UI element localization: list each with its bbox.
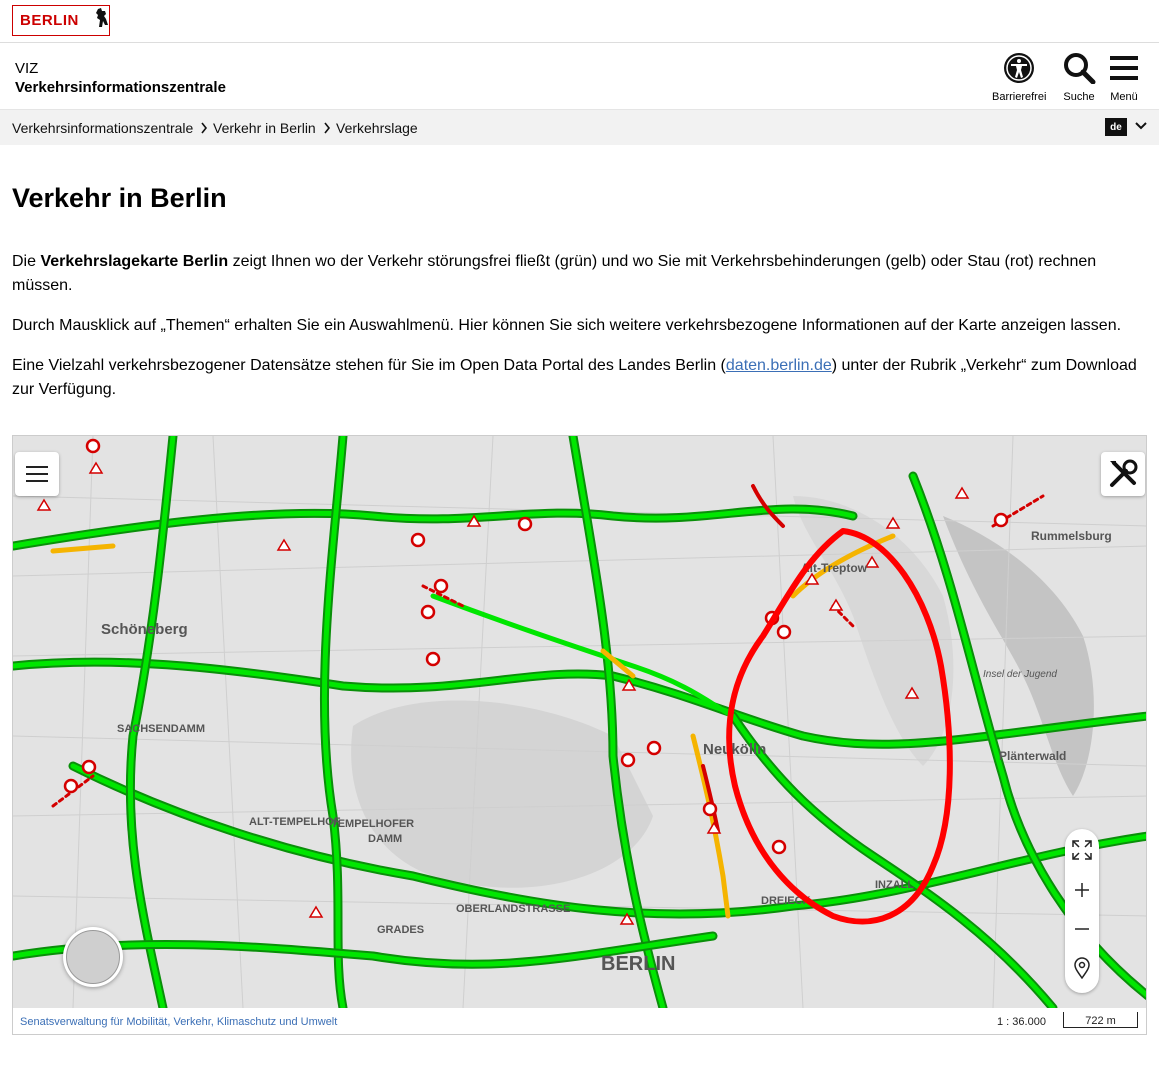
label-schoeneberg: Schöneberg <box>101 621 188 638</box>
fullscreen-button[interactable] <box>1065 831 1099 869</box>
intro-paragraph: Die Verkehrslagekarte Berlin zeigt Ihnen… <box>12 250 1142 298</box>
hamburger-icon <box>1109 52 1139 87</box>
tools-icon <box>1110 459 1138 487</box>
accessibility-icon <box>1003 52 1035 87</box>
search-icon <box>1062 52 1096 87</box>
search-button[interactable]: Suche <box>1062 52 1096 103</box>
traffic-map[interactable]: Schöneberg SACHSENDAMM TEMPELHOFER DAMM … <box>12 435 1147 1035</box>
open-data-paragraph: Eine Vielzahl verkehrsbezogener Datensät… <box>12 354 1142 402</box>
zoom-in-button[interactable] <box>1065 871 1099 909</box>
map-tools-button[interactable] <box>1101 452 1145 496</box>
map-themes-button[interactable] <box>15 452 59 496</box>
label-plaenterwald: Plänterwald <box>999 749 1066 763</box>
label-tempelhofer: TEMPELHOFER <box>331 818 414 830</box>
overview-map <box>66 930 120 984</box>
menu-icon <box>26 466 48 482</box>
map-footer: Senatsverwaltung für Mobilität, Verkehr,… <box>13 1008 1146 1034</box>
label-sachsendamm: SACHSENDAMM <box>117 723 205 735</box>
locate-button[interactable] <box>1065 949 1099 987</box>
open-data-link[interactable]: daten.berlin.de <box>726 357 832 374</box>
locate-icon <box>1074 957 1090 979</box>
menu-button[interactable]: Menü <box>1109 52 1139 103</box>
zoom-out-button[interactable] <box>1065 910 1099 948</box>
themes-paragraph: Durch Mausklick auf „Themen“ erhalten Si… <box>12 317 1122 334</box>
label-rummelsburg: Rummelsburg <box>1031 529 1112 543</box>
chevron-right-icon <box>201 122 208 134</box>
breadcrumb-item-verkehr[interactable]: Verkehr in Berlin <box>213 120 316 136</box>
chevron-down-icon[interactable] <box>1134 121 1148 131</box>
chevron-right-icon <box>324 122 331 134</box>
accessibility-label: Barrierefrei <box>992 91 1047 103</box>
map-canvas[interactable]: Schöneberg SACHSENDAMM TEMPELHOFER DAMM … <box>13 436 1147 1008</box>
intro-bold: Verkehrslagekarte Berlin <box>40 253 229 270</box>
top-bar: BERLIN <box>0 0 1159 43</box>
label-oberlandstrasse: OBERLANDSTRASSE <box>456 903 570 915</box>
zoom-out-icon <box>1075 928 1089 930</box>
label-berlin: BERLIN <box>601 953 675 975</box>
site-title[interactable]: Verkehrsinformationszentrale <box>15 79 226 96</box>
page-title: Verkehr in Berlin <box>12 183 227 213</box>
fullscreen-icon <box>1072 840 1092 860</box>
map-scale-bar: 722 m <box>1063 1012 1138 1028</box>
map-scale-ratio: 1 : 36.000 <box>997 1016 1046 1028</box>
overview-map-button[interactable] <box>63 927 123 987</box>
open-data-text-start: Eine Vielzahl verkehrsbezogener Datensät… <box>12 357 726 374</box>
intro-text-start: Die <box>12 253 41 270</box>
label-damm: DAMM <box>368 833 402 845</box>
label-neukoelln: Neukölln <box>703 741 766 758</box>
bear-icon <box>94 7 110 34</box>
map-controls <box>1065 829 1099 993</box>
language-selector[interactable]: de <box>1105 118 1127 136</box>
breadcrumb-item-viz[interactable]: Verkehrsinformationszentrale <box>12 120 193 136</box>
label-insel-der-jugend: Insel der Jugend <box>983 669 1057 680</box>
label-grades: GRADES <box>377 924 424 936</box>
search-label: Suche <box>1063 91 1095 103</box>
logo-text: BERLIN <box>20 12 79 29</box>
breadcrumb-item-verkehrslage: Verkehrslage <box>336 120 418 136</box>
zoom-in-icon <box>1075 883 1089 897</box>
site-subtitle: VIZ <box>15 60 39 77</box>
menu-label: Menü <box>1110 91 1138 103</box>
site-header: VIZ Verkehrsinformationszentrale Barrier… <box>0 44 1159 110</box>
accessibility-button[interactable]: Barrierefrei <box>992 52 1046 103</box>
label-inzall: INZALL <box>875 879 914 891</box>
breadcrumb: Verkehrsinformationszentrale Verkehr in … <box>0 110 1159 145</box>
map-attribution[interactable]: Senatsverwaltung für Mobilität, Verkehr,… <box>20 1016 337 1028</box>
label-alt-tempelhof: ALT-TEMPELHOF <box>249 816 341 828</box>
berlin-logo[interactable]: BERLIN <box>12 5 110 36</box>
